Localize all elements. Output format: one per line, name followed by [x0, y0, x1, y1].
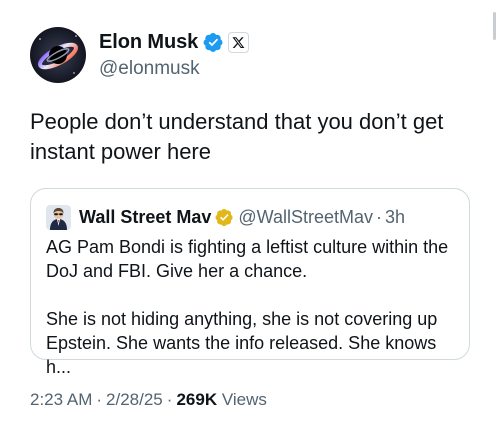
quoted-tweet-text: AG Pam Bondi is fighting a leftist cultu…	[46, 235, 461, 379]
tweet-text-line-1: People don’t understand that you don’t g…	[30, 109, 444, 134]
quoted-text-line: She is not hiding anything, she is not c…	[46, 309, 438, 329]
tweet-detail: Elon Musk @elonmusk People don’t underst…	[0, 0, 500, 431]
separator-dot: ·	[96, 390, 103, 409]
quoted-paragraph-2: She is not hiding anything, she is not c…	[46, 307, 461, 379]
tweet-time[interactable]: 2:23 AM	[30, 390, 92, 409]
tweet-text: People don’t understand that you don’t g…	[30, 107, 470, 167]
x-logo-icon	[228, 32, 250, 53]
separator-dot: ·	[166, 390, 173, 409]
author-display-name[interactable]: Elon Musk	[99, 31, 198, 54]
quoted-text-line: DoJ and FBI. Give her a chance.	[46, 261, 308, 281]
quoted-tweet-header: Wall Street Mav @WallStreetMav · 3h	[46, 204, 405, 230]
quoted-tweet-card[interactable]: Wall Street Mav @WallStreetMav · 3h AG P…	[30, 188, 470, 377]
tweet-text-line-2: instant power here	[30, 139, 211, 164]
quoted-paragraph-1: AG Pam Bondi is fighting a leftist cultu…	[46, 235, 461, 283]
quoted-author-display-name: Wall Street Mav	[79, 206, 212, 227]
tweet-date[interactable]: 2/28/25	[106, 390, 163, 409]
tweet-meta: 2:23 AM · 2/28/25 · 269K Views	[30, 390, 267, 410]
quoted-author-avatar	[46, 204, 71, 230]
separator-dot: ·	[376, 206, 383, 227]
author-names: Elon Musk @elonmusk	[99, 31, 250, 80]
quoted-text-line: Epstein. She wants the info released. Sh…	[46, 333, 437, 377]
views-count[interactable]: 269K	[176, 390, 217, 409]
author-avatar[interactable]	[30, 27, 86, 83]
tweet-header: Elon Musk @elonmusk	[30, 25, 250, 85]
quoted-tweet-timestamp[interactable]: 3h	[385, 207, 405, 228]
views-label: Views	[221, 390, 267, 409]
author-handle[interactable]: @elonmusk	[99, 58, 249, 80]
scrollbar-thumb[interactable]	[493, 12, 496, 40]
author-name-row: Elon Musk	[99, 31, 250, 55]
quoted-text-line: AG Pam Bondi is fighting a leftist cultu…	[46, 237, 449, 257]
quoted-author-handle: @WallStreetMav	[238, 206, 374, 227]
verified-badge-icon	[215, 208, 234, 227]
verified-badge-icon	[203, 32, 224, 53]
